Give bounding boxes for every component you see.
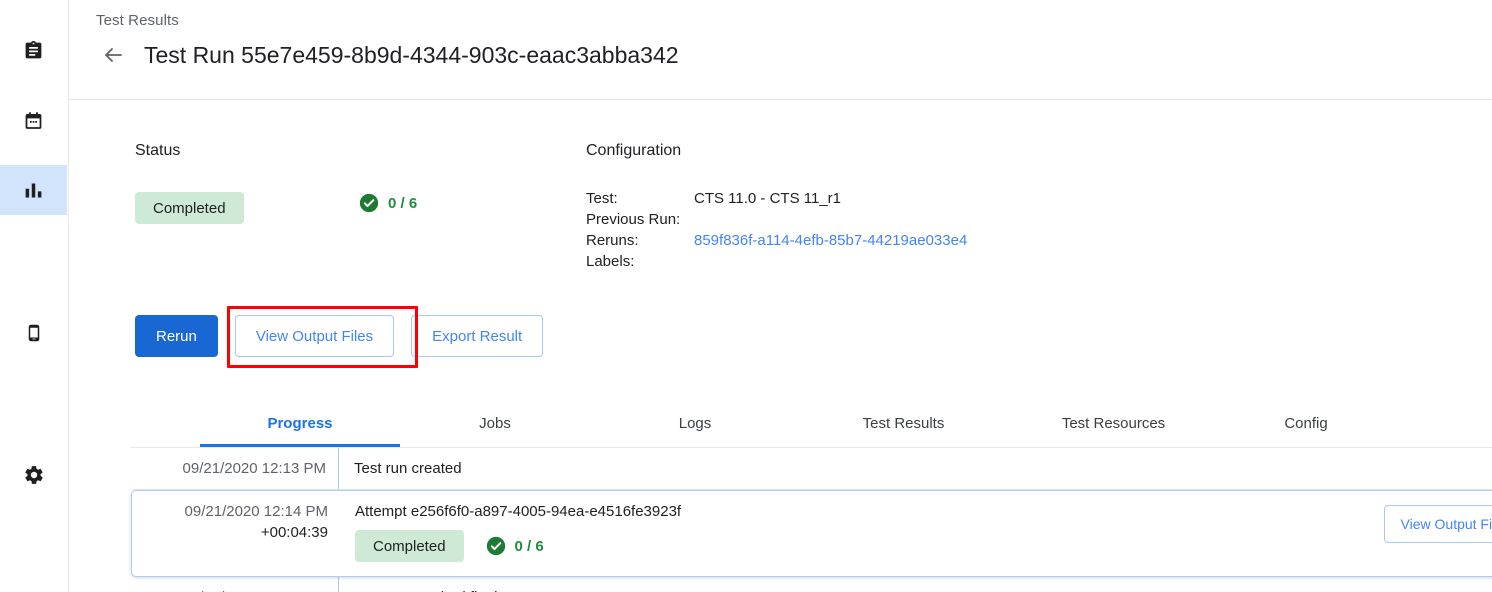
row-body: Test run created [339, 448, 1492, 489]
config-value: CTS 11.0 - CTS 11_r1 [694, 188, 967, 209]
sidebar-item-test-plans[interactable] [0, 96, 67, 146]
row-timestamp-cell: 09/21/2020 12:14 PM +00:04:39 [132, 491, 340, 553]
configuration-grid: Test: CTS 11.0 - CTS 11_r1 Previous Run:… [586, 188, 967, 272]
sidebar-item-test-results[interactable] [0, 165, 67, 215]
status-badge: Completed [135, 192, 244, 224]
tab-progress[interactable]: Progress [200, 400, 400, 447]
arrow-left-icon[interactable] [96, 38, 130, 72]
row-action-cell: View Output Files [1384, 491, 1492, 553]
attempt-count-text: 0 / 6 [515, 536, 544, 557]
table-row[interactable]: 09/21/2020 12:19 PM Test run reached fin… [131, 577, 1492, 592]
config-row-previous-run: Previous Run: [586, 209, 967, 230]
config-row-reruns: Reruns: 859f836f-a114-4efb-85b7-44219ae0… [586, 230, 967, 251]
view-output-files-button[interactable]: View Output Files [235, 315, 394, 357]
attempt-status-row: Completed 0 / 6 [355, 530, 1384, 566]
bar-chart-icon [23, 180, 44, 201]
status-count: 0 / 6 [359, 193, 417, 213]
tab-bar: Progress Jobs Logs Test Results Test Res… [131, 400, 1492, 448]
config-key: Previous Run: [586, 209, 694, 230]
gear-icon [23, 464, 45, 486]
status-badge-wrapper: Completed [135, 192, 244, 224]
row-text: Test run created [354, 460, 462, 477]
sidebar-item-devices[interactable] [0, 308, 67, 358]
calendar-icon [23, 110, 44, 132]
config-key: Labels: [586, 251, 694, 272]
clipboard-icon [23, 39, 44, 62]
row-timestamp-cell: 09/21/2020 12:19 PM [131, 577, 339, 592]
row-body: Test run reached final state [339, 577, 1492, 592]
title-row: Test Run 55e7e459-8b9d-4344-903c-eaac3ab… [96, 38, 679, 72]
check-circle-icon [486, 536, 506, 556]
config-row-test: Test: CTS 11.0 - CTS 11_r1 [586, 188, 967, 209]
sidebar-item-settings[interactable] [0, 450, 67, 500]
action-buttons: Rerun View Output Files Export Result [135, 315, 543, 357]
config-key: Test: [586, 188, 694, 209]
app-root: Test Results Test Run 55e7e459-8b9d-4344… [0, 0, 1492, 592]
row-view-output-files-button[interactable]: View Output Files [1384, 505, 1492, 543]
config-row-labels: Labels: [586, 251, 967, 272]
tab-test-results[interactable]: Test Results [821, 400, 986, 447]
attempt-status-badge: Completed [355, 530, 464, 562]
config-value [694, 251, 967, 272]
export-result-button[interactable]: Export Result [411, 315, 543, 357]
breadcrumb: Test Results [96, 12, 179, 29]
attempt-id: Attempt e256f6f0-a897-4005-94ea-e4516fe3… [355, 501, 1384, 522]
phone-icon [25, 321, 43, 345]
table-row[interactable]: 09/21/2020 12:13 PM Test run created [131, 448, 1492, 490]
row-timestamp: 09/21/2020 12:13 PM [183, 460, 326, 477]
attempt-count: 0 / 6 [486, 536, 544, 557]
reruns-link[interactable]: 859f836f-a114-4efb-85b7-44219ae033e4 [694, 232, 967, 249]
page-header: Test Results Test Run 55e7e459-8b9d-4344… [69, 0, 1492, 100]
config-key: Reruns: [586, 230, 694, 251]
status-count-text: 0 / 6 [388, 195, 417, 212]
tab-logs[interactable]: Logs [630, 400, 760, 447]
progress-table: 09/21/2020 12:13 PM Test run created 09/… [131, 448, 1492, 592]
row-timestamp: 09/21/2020 12:14 PM [185, 503, 328, 520]
row-body: Attempt e256f6f0-a897-4005-94ea-e4516fe3… [340, 491, 1384, 576]
check-circle-icon [359, 193, 379, 213]
sidebar-item-test-suites[interactable] [0, 25, 67, 75]
configuration-section-label: Configuration [586, 142, 681, 160]
tab-jobs[interactable]: Jobs [430, 400, 560, 447]
page-title: Test Run 55e7e459-8b9d-4344-903c-eaac3ab… [144, 42, 679, 69]
row-timestamp-cell: 09/21/2020 12:13 PM [131, 448, 339, 489]
sidebar [0, 0, 69, 592]
tab-config[interactable]: Config [1236, 400, 1376, 447]
config-value [694, 209, 967, 230]
status-section-label: Status [135, 142, 180, 160]
config-value-link-cell: 859f836f-a114-4efb-85b7-44219ae033e4 [694, 230, 967, 251]
rerun-button[interactable]: Rerun [135, 315, 218, 357]
main-content: Status Configuration Completed 0 / 6 Tes… [69, 100, 1492, 592]
table-row[interactable]: 09/21/2020 12:14 PM +00:04:39 Attempt e2… [131, 490, 1492, 577]
tab-test-resources[interactable]: Test Resources [1016, 400, 1211, 447]
row-duration: +00:04:39 [140, 522, 328, 543]
